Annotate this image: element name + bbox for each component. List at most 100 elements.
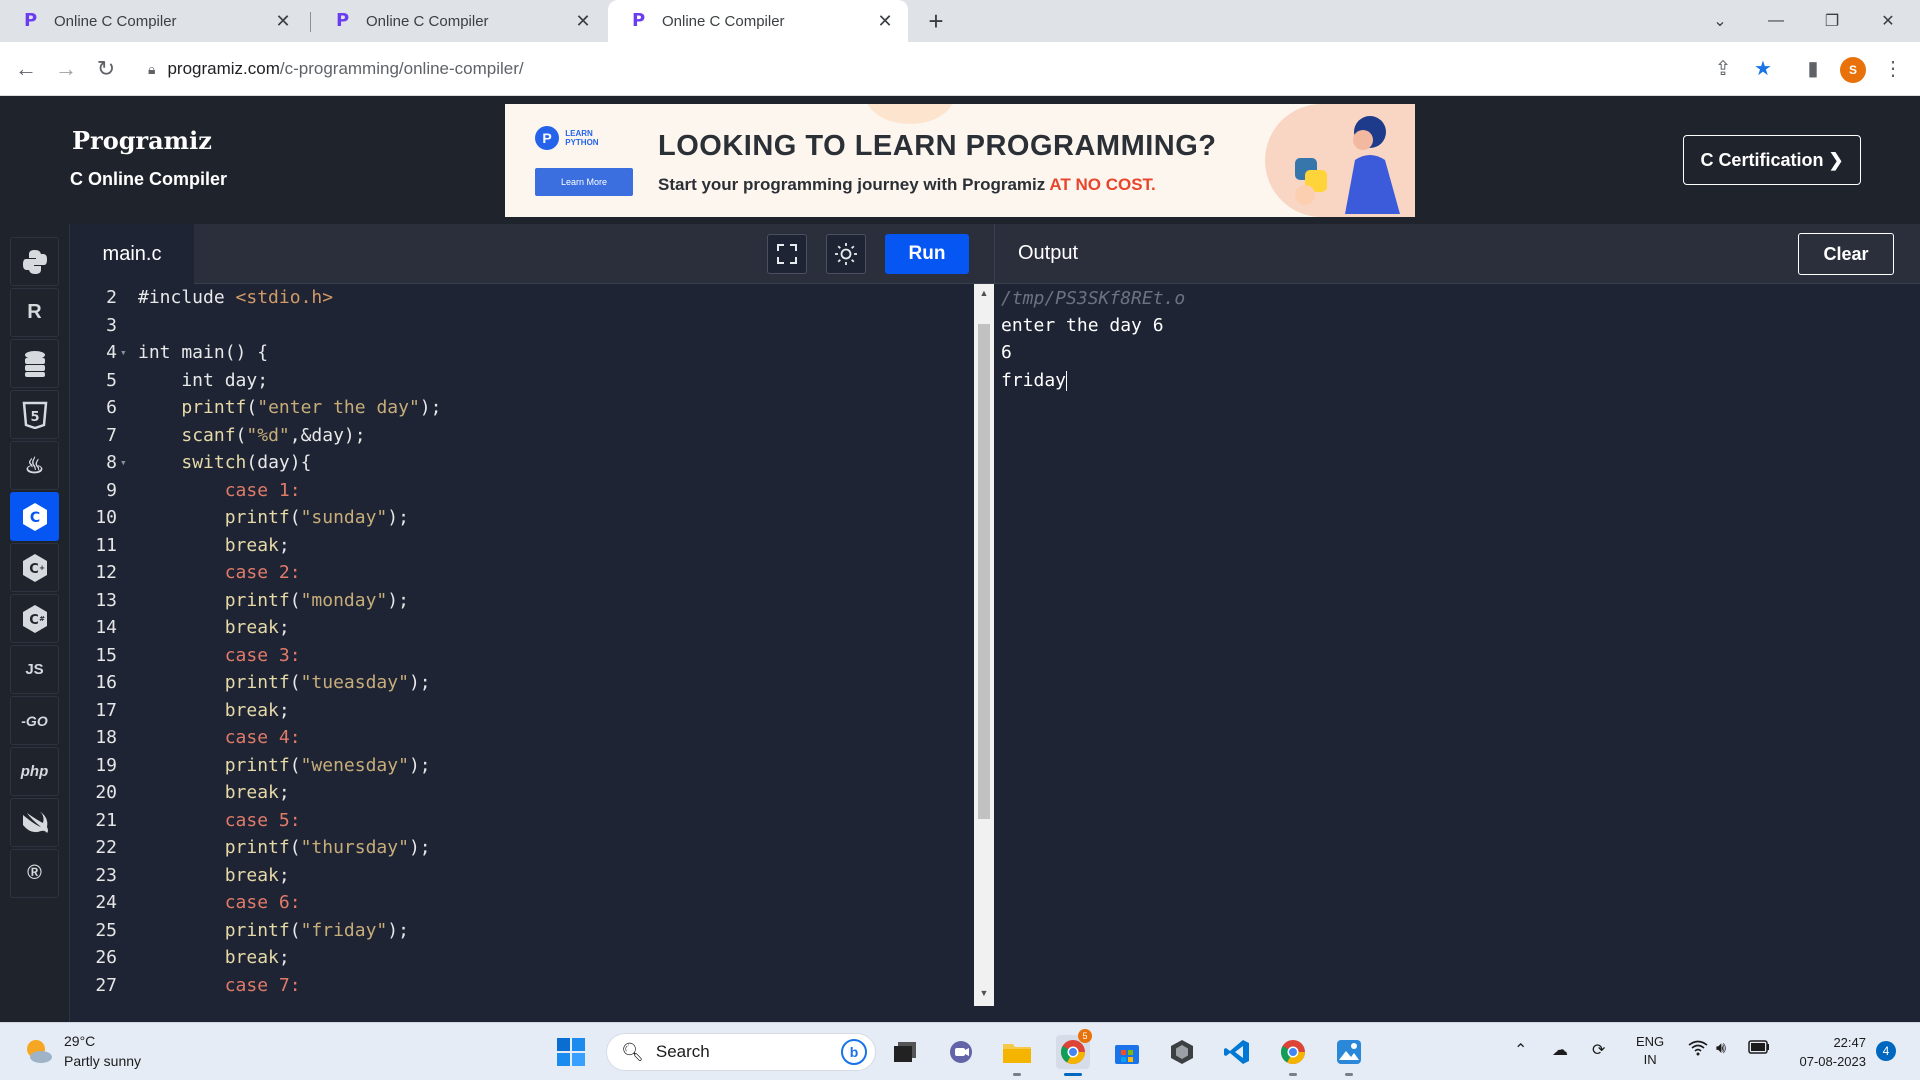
teams-chat-icon[interactable] <box>944 1035 978 1069</box>
code-line[interactable]: 23 break; <box>70 862 974 890</box>
photos-icon[interactable] <box>1332 1035 1366 1069</box>
browser-tab-active[interactable]: P Online C Compiler ✕ <box>608 0 908 42</box>
bookmark-star-icon[interactable]: ★ <box>1750 56 1776 82</box>
profile-avatar[interactable]: S <box>1840 57 1866 83</box>
fold-arrow-icon[interactable]: ▾ <box>120 339 127 367</box>
java-icon[interactable]: ♨ <box>10 441 59 490</box>
clear-button[interactable]: Clear <box>1798 233 1894 275</box>
close-icon[interactable]: ✕ <box>274 11 292 32</box>
code-line[interactable]: 16 printf("tueasday"); <box>70 669 974 697</box>
code-line[interactable]: 5 int day; <box>70 367 974 395</box>
code-line[interactable]: 7 scanf("%d",&day); <box>70 422 974 450</box>
code-line[interactable]: 25 printf("friday"); <box>70 917 974 945</box>
code-line[interactable]: 19 printf("wenesday"); <box>70 752 974 780</box>
side-panel-icon[interactable]: ▮ <box>1800 56 1826 82</box>
back-icon[interactable]: ← <box>10 53 42 85</box>
scroll-down-icon[interactable]: ▼ <box>978 988 990 998</box>
scrollbar-thumb[interactable] <box>978 324 990 819</box>
chrome-profile-icon[interactable] <box>1276 1035 1310 1069</box>
fold-arrow-icon[interactable]: ▾ <box>120 449 127 477</box>
javascript-icon[interactable]: JS <box>10 645 59 694</box>
restore-icon[interactable]: ❐ <box>1804 0 1860 42</box>
code-line[interactable]: 10 printf("sunday"); <box>70 504 974 532</box>
theme-toggle-button[interactable] <box>826 234 866 274</box>
close-icon[interactable]: ✕ <box>876 11 894 32</box>
swift-icon[interactable] <box>10 798 59 847</box>
code-line[interactable]: 18 case 4: <box>70 724 974 752</box>
volume-icon[interactable]: 🔊︎ <box>1716 1040 1726 1058</box>
code-line[interactable]: 21 case 5: <box>70 807 974 835</box>
task-view-icon[interactable] <box>888 1035 922 1069</box>
menu-kebab-icon[interactable]: ⋮ <box>1880 56 1906 82</box>
php-icon[interactable]: php <box>10 747 59 796</box>
wifi-icon[interactable] <box>1688 1040 1708 1061</box>
ad-banner[interactable]: P LEARN PYTHON Learn More LOOKING TO LEA… <box>505 104 1415 217</box>
browser-tab[interactable]: P Online C Compiler ✕ <box>0 0 306 42</box>
vscode-icon[interactable] <box>1220 1035 1254 1069</box>
code-line[interactable]: 27 case 7: <box>70 972 974 1000</box>
microsoft-store-icon[interactable] <box>1110 1035 1144 1069</box>
partly-sunny-icon[interactable] <box>22 1035 54 1067</box>
scroll-up-icon[interactable]: ▲ <box>978 288 990 298</box>
onedrive-cloud-icon[interactable]: ☁ <box>1552 1040 1568 1060</box>
file-explorer-icon[interactable] <box>1000 1035 1034 1069</box>
sql-database-icon[interactable] <box>10 339 59 388</box>
code-line[interactable]: 11 break; <box>70 532 974 560</box>
code-line[interactable]: 6 printf("enter the day"); <box>70 394 974 422</box>
input-language-indicator[interactable]: ENG IN <box>1636 1033 1664 1069</box>
browser-tab[interactable]: P Online C Compiler ✕ <box>312 0 606 42</box>
code-line[interactable]: 12 case 2: <box>70 559 974 587</box>
code-line[interactable]: 24 case 6: <box>70 889 974 917</box>
window-close-icon[interactable]: ✕ <box>1860 0 1916 42</box>
windows-start-icon[interactable] <box>556 1037 586 1067</box>
sync-icon[interactable]: ⟳ <box>1592 1040 1605 1060</box>
reload-icon[interactable]: ↻ <box>90 53 122 85</box>
battery-icon[interactable] <box>1748 1040 1770 1059</box>
code-line[interactable]: 20 break; <box>70 779 974 807</box>
bing-icon[interactable]: b <box>841 1039 867 1065</box>
go-icon[interactable]: -GO <box>10 696 59 745</box>
file-tab-main-c[interactable]: main.c <box>70 224 194 284</box>
run-button[interactable]: Run <box>885 234 969 274</box>
code-text: switch(day){ <box>181 452 312 473</box>
system-clock[interactable]: 22:47 07-08-2023 <box>1786 1033 1867 1071</box>
editor-scrollbar[interactable]: ▲ ▼ <box>974 284 994 1006</box>
programiz-logo[interactable]: Programiz <box>72 126 212 155</box>
output-console[interactable]: /tmp/PS3SKf8REt.o enter the day 6 6 frid… <box>994 284 1920 1022</box>
html5-icon[interactable]: 5 <box>10 390 59 439</box>
code-line[interactable]: 9 case 1: <box>70 477 974 505</box>
code-line[interactable]: 2 #include <stdio.h> <box>70 284 974 312</box>
code-line[interactable]: 3 <box>70 312 974 340</box>
code-line[interactable]: 22 printf("thursday"); <box>70 834 974 862</box>
code-line[interactable]: 17 break; <box>70 697 974 725</box>
fullscreen-button[interactable] <box>767 234 807 274</box>
notification-badge[interactable]: 4 <box>1876 1041 1896 1061</box>
c-language-icon[interactable]: C <box>10 492 59 541</box>
code-line[interactable]: 15 case 3: <box>70 642 974 670</box>
code-line[interactable]: 14 break; <box>70 614 974 642</box>
code-editor[interactable]: 2 #include <stdio.h> 3 4 ▾ int main() {5 int … <box>70 284 974 1002</box>
share-icon[interactable]: ⇪ <box>1710 56 1736 82</box>
code-line[interactable]: 8 ▾ switch(day){ <box>70 449 974 477</box>
learn-more-button[interactable]: Learn More <box>535 168 633 196</box>
code-line[interactable]: 13 printf("monday"); <box>70 587 974 615</box>
code-line[interactable]: 26 break; <box>70 944 974 972</box>
chevron-up-icon[interactable]: ⌃ <box>1514 1040 1527 1060</box>
cpp-icon[interactable]: C + <box>10 543 59 592</box>
c-certification-button[interactable]: C Certification ❯ <box>1683 135 1861 185</box>
tab-search-icon[interactable]: ⌄ <box>1692 0 1748 42</box>
new-tab-button[interactable]: + <box>922 6 950 36</box>
forward-icon[interactable]: → <box>50 53 82 85</box>
csharp-icon[interactable]: C # <box>10 594 59 643</box>
badge-line: PYTHON <box>565 138 599 147</box>
app-hexagon-icon[interactable] <box>1165 1035 1199 1069</box>
r-language-icon[interactable]: R <box>10 288 59 337</box>
url-input[interactable]: 🔒︎ programiz.com/c-programming/online-co… <box>138 50 1718 88</box>
taskbar-search-input[interactable]: 🔍︎ Search b <box>606 1033 876 1071</box>
code-line[interactable]: 4 ▾ int main() { <box>70 339 974 367</box>
close-icon[interactable]: ✕ <box>574 11 592 32</box>
rust-icon[interactable]: ® <box>10 849 59 898</box>
minimize-icon[interactable]: — <box>1748 0 1804 42</box>
python-icon[interactable] <box>10 237 59 286</box>
output-input-line[interactable]: friday <box>1001 370 1068 391</box>
